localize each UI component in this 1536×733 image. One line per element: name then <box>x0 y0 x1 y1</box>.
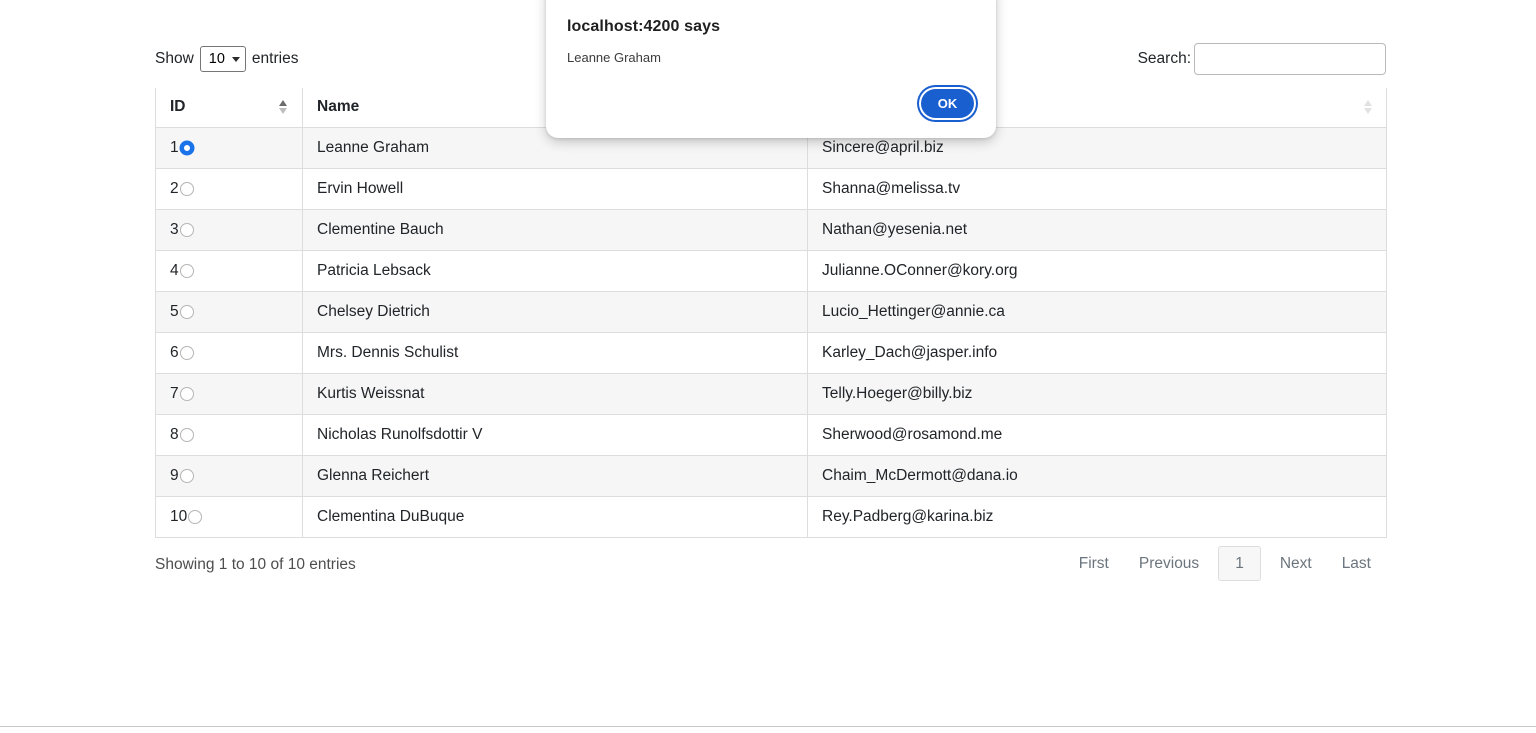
cell-email: Karley_Dach@jasper.info <box>808 332 1387 373</box>
row-select-radio[interactable] <box>188 510 202 524</box>
row-id-value: 3 <box>170 221 179 239</box>
row-select-radio[interactable] <box>180 264 194 278</box>
cell-id: 10 <box>156 496 303 537</box>
cell-id: 1 <box>156 127 303 168</box>
cell-email: Chaim_McDermott@dana.io <box>808 455 1387 496</box>
cell-name: Kurtis Weissnat <box>303 373 808 414</box>
column-header-id-label: ID <box>170 98 186 115</box>
row-select-radio[interactable] <box>180 141 194 155</box>
pagination-page-1[interactable]: 1 <box>1218 546 1261 582</box>
row-select-radio[interactable] <box>180 305 194 319</box>
cell-id: 9 <box>156 455 303 496</box>
row-select-radio[interactable] <box>180 387 194 401</box>
cell-name: Ervin Howell <box>303 168 808 209</box>
browser-alert-dialog: localhost:4200 says Leanne Graham OK <box>546 0 996 138</box>
cell-id: 4 <box>156 250 303 291</box>
cell-name: Patricia Lebsack <box>303 250 808 291</box>
length-menu-label-after: entries <box>252 50 299 68</box>
cell-id: 7 <box>156 373 303 414</box>
cell-email: Lucio_Hettinger@annie.ca <box>808 291 1387 332</box>
cell-id: 8 <box>156 414 303 455</box>
id-cell-content: 2 <box>170 180 302 198</box>
table-row: 7 Kurtis WeissnatTelly.Hoeger@billy.biz <box>156 373 1387 414</box>
page-bottom-divider <box>0 726 1536 727</box>
cell-name: Clementina DuBuque <box>303 496 808 537</box>
table-row: 8 Nicholas Runolfsdottir VSherwood@rosamo… <box>156 414 1387 455</box>
length-menu: Show 10 entries <box>155 46 298 72</box>
alert-message: Leanne Graham <box>567 50 661 65</box>
alert-title: localhost:4200 says <box>567 18 720 36</box>
row-id-value: 8 <box>170 426 179 444</box>
pagination-previous[interactable]: Previous <box>1124 546 1214 582</box>
table-row: 9 Glenna ReichertChaim_McDermott@dana.io <box>156 455 1387 496</box>
table-info: Showing 1 to 10 of 10 entries <box>155 556 356 574</box>
row-select-radio[interactable] <box>180 469 194 483</box>
table-row: 6 Mrs. Dennis SchulistKarley_Dach@jasper.… <box>156 332 1387 373</box>
row-id-value: 2 <box>170 180 179 198</box>
id-cell-content: 3 <box>170 221 302 239</box>
id-cell-content: 4 <box>170 262 302 280</box>
page-root: Show 10 entries Search: ID <box>0 0 1536 733</box>
id-cell-content: 6 <box>170 344 302 362</box>
table-row: 10 Clementina DuBuqueRey.Padberg@karina.b… <box>156 496 1387 537</box>
id-cell-content: 10 <box>170 508 302 526</box>
row-select-radio[interactable] <box>180 346 194 360</box>
row-id-value: 4 <box>170 262 179 280</box>
sort-both-icon <box>1364 99 1373 115</box>
cell-id: 6 <box>156 332 303 373</box>
table-footer: Showing 1 to 10 of 10 entries First Prev… <box>155 546 1386 596</box>
cell-email: Shanna@melissa.tv <box>808 168 1387 209</box>
column-header-name-label: Name <box>317 98 359 115</box>
search-label: Search: <box>1138 50 1191 68</box>
entries-per-page-select[interactable]: 10 <box>200 46 246 72</box>
pagination-first[interactable]: First <box>1064 546 1124 582</box>
cell-name: Nicholas Runolfsdottir V <box>303 414 808 455</box>
cell-name: Chelsey Dietrich <box>303 291 808 332</box>
row-id-value: 6 <box>170 344 179 362</box>
length-menu-label-before: Show <box>155 50 194 68</box>
table-row: 2 Ervin HowellShanna@melissa.tv <box>156 168 1387 209</box>
row-id-value: 10 <box>170 508 187 526</box>
sort-ascending-icon <box>279 99 288 115</box>
id-cell-content: 7 <box>170 385 302 403</box>
cell-email: Nathan@yesenia.net <box>808 209 1387 250</box>
table-row: 4 Patricia LebsackJulianne.OConner@kory.o… <box>156 250 1387 291</box>
table-body: 1Leanne GrahamSincere@april.biz2Ervin Ho… <box>156 127 1387 537</box>
cell-id: 2 <box>156 168 303 209</box>
users-table: ID Name 1Leanne <box>155 88 1387 538</box>
id-cell-content: 1 <box>170 139 302 157</box>
chevron-down-icon <box>232 57 240 62</box>
cell-email: Telly.Hoeger@billy.biz <box>808 373 1387 414</box>
row-select-radio[interactable] <box>180 223 194 237</box>
pagination: First Previous 1 Next Last <box>1064 546 1386 582</box>
cell-name: Glenna Reichert <box>303 455 808 496</box>
entries-per-page-value: 10 <box>209 51 225 67</box>
pagination-next[interactable]: Next <box>1265 546 1327 582</box>
cell-email: Julianne.OConner@kory.org <box>808 250 1387 291</box>
row-id-value: 9 <box>170 467 179 485</box>
id-cell-content: 9 <box>170 467 302 485</box>
pagination-last[interactable]: Last <box>1327 546 1386 582</box>
search-control: Search: <box>1138 43 1386 75</box>
id-cell-content: 8 <box>170 426 302 444</box>
column-header-id[interactable]: ID <box>156 88 303 127</box>
row-select-radio[interactable] <box>180 182 194 196</box>
cell-email: Rey.Padberg@karina.biz <box>808 496 1387 537</box>
table-row: 3 Clementine BauchNathan@yesenia.net <box>156 209 1387 250</box>
cell-email: Sherwood@rosamond.me <box>808 414 1387 455</box>
cell-id: 5 <box>156 291 303 332</box>
search-input[interactable] <box>1194 43 1386 75</box>
cell-name: Mrs. Dennis Schulist <box>303 332 808 373</box>
table-row: 5 Chelsey DietrichLucio_Hettinger@annie.c… <box>156 291 1387 332</box>
row-select-radio[interactable] <box>180 428 194 442</box>
row-id-value: 5 <box>170 303 179 321</box>
id-cell-content: 5 <box>170 303 302 321</box>
cell-id: 3 <box>156 209 303 250</box>
row-id-value: 7 <box>170 385 179 403</box>
cell-name: Clementine Bauch <box>303 209 808 250</box>
row-id-value: 1 <box>170 139 179 157</box>
alert-ok-button[interactable]: OK <box>921 89 974 118</box>
